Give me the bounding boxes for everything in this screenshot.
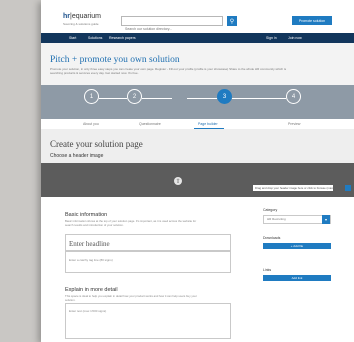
page-title: Pitch + promote you own solution bbox=[50, 55, 180, 65]
nav-item-sign-in[interactable]: Sign in bbox=[266, 36, 277, 40]
main-nav: Start Solutions Research papers Sign in … bbox=[41, 33, 354, 43]
headline-placeholder: Enter headline bbox=[69, 240, 110, 248]
step-label-questionnaire: Questionnaire bbox=[139, 122, 161, 126]
header-image-dropzone[interactable] bbox=[41, 163, 354, 197]
search-box[interactable] bbox=[121, 16, 223, 33]
step-label-about: About you bbox=[83, 122, 99, 126]
detail-placeholder: Enter text (max 1'000 signs) bbox=[69, 309, 107, 313]
nav-item-join[interactable]: Join now bbox=[288, 36, 302, 40]
upload-hint: Drag and drop your header image here or … bbox=[253, 185, 333, 191]
tagline-placeholder: Enter a catchy tag line (80 signs) bbox=[69, 258, 113, 262]
step-4[interactable]: 4 bbox=[286, 89, 301, 104]
links-label: Links bbox=[263, 268, 272, 272]
builder-title: Create your solution page bbox=[50, 139, 143, 149]
step-3[interactable]: 3 bbox=[217, 89, 232, 104]
add-link-label: Add link bbox=[291, 276, 303, 280]
category-select[interactable]: HR Recruiting ▾ bbox=[263, 215, 331, 224]
chevron-down-icon: ▾ bbox=[322, 215, 330, 224]
promote-solution-button[interactable]: Promote solution bbox=[292, 16, 332, 25]
nav-item-solutions[interactable]: Solutions bbox=[88, 36, 102, 40]
hero-description: Promote your solution, in only three eas… bbox=[50, 67, 287, 75]
upload-button[interactable] bbox=[345, 185, 351, 191]
step-labels: About you Questionnaire Page builder Pre… bbox=[41, 119, 354, 129]
detail-description: This space is ideal to help you explain … bbox=[65, 294, 197, 302]
nav-item-research[interactable]: Research papers bbox=[109, 36, 136, 40]
step-label-page-builder: Page builder bbox=[198, 122, 218, 126]
add-file-label: Add file bbox=[293, 244, 304, 248]
page-sheet: hr|equarium Sourcing & solutions guide ⚲… bbox=[41, 0, 354, 342]
step-2[interactable]: 2 bbox=[127, 89, 142, 104]
logo[interactable]: hr|equarium bbox=[63, 13, 101, 20]
search-icon: ⚲ bbox=[229, 18, 235, 25]
category-label: Category bbox=[263, 208, 278, 212]
step-connector bbox=[232, 98, 286, 99]
downloads-label: Downloads bbox=[263, 236, 281, 240]
header-image-heading: Choose a header image bbox=[50, 153, 104, 159]
search-button[interactable]: ⚲ bbox=[227, 16, 237, 26]
logo-brand: hr bbox=[63, 13, 70, 20]
nav-item-start[interactable]: Start bbox=[69, 36, 76, 40]
detail-title: Explain in more detail bbox=[65, 287, 118, 293]
search-input[interactable] bbox=[122, 25, 222, 33]
step-connector bbox=[142, 98, 172, 99]
step-label-preview: Preview bbox=[288, 122, 301, 126]
upload-icon[interactable]: ⇧ bbox=[174, 177, 182, 185]
logo-name: equarium bbox=[71, 13, 102, 20]
step-connector bbox=[187, 98, 217, 99]
category-value: HR Recruiting bbox=[267, 217, 286, 221]
add-link-button[interactable]: Add link bbox=[263, 275, 331, 281]
tagline-input[interactable] bbox=[65, 251, 231, 273]
step-1[interactable]: 1 bbox=[84, 89, 99, 104]
hero: Pitch + promote you own solution Promote… bbox=[41, 43, 354, 85]
basic-info-title: Basic information bbox=[65, 212, 108, 218]
basic-info-description: Basic information shows at the top of yo… bbox=[65, 219, 197, 227]
add-file-button[interactable]: + Add file bbox=[263, 243, 331, 249]
logo-tagline: Sourcing & solutions guide bbox=[63, 22, 99, 26]
step-connector bbox=[99, 98, 127, 99]
